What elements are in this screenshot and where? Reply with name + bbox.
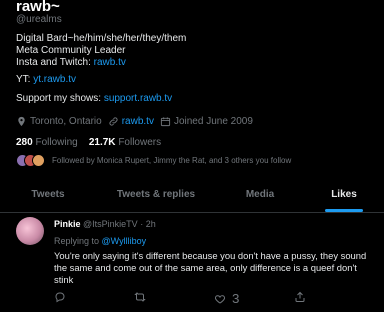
replying-to: Replying to @Wyllliboy xyxy=(54,236,146,246)
following-link[interactable]: 280 Following xyxy=(16,137,78,148)
like-count: 3 xyxy=(232,291,240,306)
yt-line: YT: yt.rawb.tv xyxy=(16,74,76,85)
followed-by[interactable]: Followed by Monica Rupert, Jimmy the Rat… xyxy=(16,154,292,167)
website-item[interactable]: rawb.tv xyxy=(108,116,154,127)
retweet-icon xyxy=(134,292,146,302)
share-button[interactable] xyxy=(294,291,312,303)
tab-media[interactable]: Media xyxy=(216,176,304,212)
tab-tweets[interactable]: Tweets xyxy=(0,176,96,212)
followed-by-text: Followed by Monica Rupert, Jimmy the Rat… xyxy=(52,155,292,165)
tweet-actions: 3 xyxy=(54,291,354,306)
website-link[interactable]: rawb.tv xyxy=(122,116,154,127)
reply-handle[interactable]: @Wyllliboy xyxy=(102,236,147,246)
follow-counts: 280 Following 21.7K Followers xyxy=(16,137,161,148)
link-icon xyxy=(109,117,118,126)
tweet-author-name[interactable]: Pinkie xyxy=(54,219,81,229)
profile-display-name: rawb~ xyxy=(16,0,60,15)
following-label: Following xyxy=(35,137,78,148)
retweet-button[interactable] xyxy=(134,291,152,303)
shows-line: Support my shows: support.rawb.tv xyxy=(16,93,172,104)
joined-text: Joined June 2009 xyxy=(173,116,253,127)
active-tab-indicator xyxy=(325,209,363,212)
bio-insta-link[interactable]: rawb.tv xyxy=(94,57,126,68)
bio-line: Insta and Twitch: rawb.tv xyxy=(16,57,186,69)
followers-count: 21.7K xyxy=(88,137,116,148)
reply-prefix: Replying to xyxy=(54,236,102,246)
tweet-author-handle[interactable]: @ItsPinkieTV xyxy=(83,219,138,229)
profile-handle: @urealms xyxy=(16,14,62,25)
profile-bio: Digital Bard~he/him/she/her/they/them Me… xyxy=(16,33,186,69)
followers-link[interactable]: 21.7K Followers xyxy=(89,137,161,148)
tweet[interactable]: Pinkie @ItsPinkieTV · 2h Replying to @Wy… xyxy=(0,213,384,312)
tweet-time[interactable]: 2h xyxy=(146,219,156,229)
shows-prefix: Support my shows: xyxy=(16,93,104,104)
yt-prefix: YT: xyxy=(16,74,34,85)
tab-likes[interactable]: Likes xyxy=(304,176,384,212)
reply-icon xyxy=(55,292,65,303)
bio-line: Digital Bard~he/him/she/her/they/them xyxy=(16,33,187,44)
profile-meta: Toronto, Ontario rawb.tv Joined June 200… xyxy=(16,116,259,127)
like-icon xyxy=(214,294,226,304)
yt-link[interactable]: yt.rawb.tv xyxy=(33,74,76,85)
share-icon xyxy=(295,291,305,302)
joined-item: Joined June 2009 xyxy=(160,116,253,127)
following-count: 280 xyxy=(16,137,33,148)
bio-line: Meta Community Leader xyxy=(16,45,126,56)
bio-insta-prefix: Insta and Twitch: xyxy=(16,57,94,68)
avatar[interactable] xyxy=(16,217,44,245)
tweet-header: Pinkie @ItsPinkieTV · 2h xyxy=(54,219,156,229)
reply-button[interactable] xyxy=(54,291,72,303)
avatar xyxy=(32,154,45,167)
profile-tabs: Tweets Tweets & replies Media Likes xyxy=(0,176,384,213)
tab-tweets-and-replies[interactable]: Tweets & replies xyxy=(96,176,216,212)
tweet-text: You're only saying it's different becaus… xyxy=(54,250,367,285)
follower-avatars xyxy=(16,154,46,167)
tweet-separator: · xyxy=(137,219,146,229)
calendar-icon xyxy=(160,117,171,127)
location-pin-icon xyxy=(18,116,25,127)
location-text: Toronto, Ontario xyxy=(30,116,102,127)
location-item: Toronto, Ontario xyxy=(16,116,102,127)
like-button[interactable]: 3 xyxy=(214,291,239,306)
shows-link[interactable]: support.rawb.tv xyxy=(104,93,172,104)
followers-label: Followers xyxy=(118,137,162,148)
